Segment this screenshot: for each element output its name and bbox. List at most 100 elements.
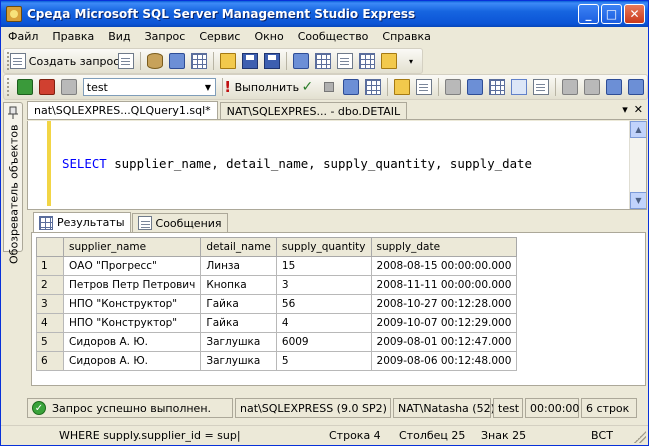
- results-to-text-button[interactable]: [442, 76, 464, 98]
- table-cell[interactable]: Сидоров А. Ю.: [62, 351, 202, 371]
- row-number[interactable]: 6: [36, 351, 64, 371]
- client-stats-button[interactable]: [486, 76, 508, 98]
- scroll-down-arrow[interactable]: ▼: [630, 192, 646, 209]
- row-number[interactable]: 4: [36, 313, 64, 333]
- select-all-corner[interactable]: [36, 237, 64, 257]
- toolbar-options-button[interactable]: ▾: [400, 50, 422, 72]
- column-header[interactable]: supply_quantity: [275, 237, 372, 257]
- database-select[interactable]: test ▼: [82, 78, 217, 96]
- column-header[interactable]: supplier_name: [62, 237, 202, 257]
- estimated-plan-button[interactable]: [340, 76, 362, 98]
- menu-view[interactable]: Вид: [101, 30, 137, 43]
- table-cell[interactable]: Заглушка: [200, 351, 277, 371]
- chevron-down-icon[interactable]: ▼: [200, 79, 215, 95]
- execute-button[interactable]: ! Выполнить: [224, 76, 299, 98]
- increase-indent-button[interactable]: [625, 76, 647, 98]
- editor-vertical-scrollbar[interactable]: ▲ ▼: [629, 121, 646, 209]
- close-button[interactable]: ✕: [624, 4, 645, 24]
- maximize-button[interactable]: □: [601, 4, 622, 24]
- row-number[interactable]: 2: [36, 275, 64, 295]
- analysis-button[interactable]: [166, 50, 188, 72]
- summary-button[interactable]: [334, 50, 356, 72]
- menu-query[interactable]: Запрос: [138, 30, 193, 43]
- scroll-up-arrow[interactable]: ▲: [630, 121, 646, 138]
- uncomment-button[interactable]: [581, 76, 603, 98]
- success-icon: ✓: [32, 401, 46, 415]
- table-cell[interactable]: 2009-08-01 00:12:47.000: [370, 332, 518, 352]
- toolbar-grip[interactable]: [7, 78, 11, 96]
- new-file-button[interactable]: [115, 50, 137, 72]
- table-cell[interactable]: Гайка: [200, 294, 277, 314]
- toolbox-button[interactable]: [378, 50, 400, 72]
- disconnect-button[interactable]: [36, 76, 58, 98]
- table-cell[interactable]: Линза: [200, 256, 277, 276]
- results-to-grid-button[interactable]: [508, 76, 530, 98]
- properties-button[interactable]: [356, 50, 378, 72]
- column-header[interactable]: supply_date: [370, 237, 518, 257]
- table-cell[interactable]: НПО "Конструктор": [62, 294, 202, 314]
- tab-detail-table[interactable]: NAT\SQLEXPRES... - dbo.DETAIL: [219, 102, 408, 119]
- menu-help[interactable]: Справка: [375, 30, 437, 43]
- table-cell[interactable]: 15: [275, 256, 372, 276]
- menu-community[interactable]: Сообщество: [291, 30, 376, 43]
- parse-button[interactable]: ✓: [296, 76, 318, 98]
- table-cell[interactable]: Петров Петр Петрович: [62, 275, 202, 295]
- pin-icon[interactable]: [6, 106, 20, 120]
- connect-button[interactable]: [14, 76, 36, 98]
- column-header[interactable]: detail_name: [200, 237, 277, 257]
- app-icon[interactable]: [6, 6, 22, 22]
- table-cell[interactable]: ОАО "Прогресс": [62, 256, 202, 276]
- table-cell[interactable]: Заглушка: [200, 332, 277, 352]
- tab-list-icon[interactable]: ▾: [622, 103, 628, 116]
- table-cell[interactable]: 6009: [275, 332, 372, 352]
- row-number[interactable]: 5: [36, 332, 64, 352]
- menu-tools[interactable]: Сервис: [192, 30, 247, 43]
- minimize-button[interactable]: _: [578, 4, 599, 24]
- sql-editor[interactable]: SELECT supplier_name, detail_name, suppl…: [27, 121, 647, 210]
- intellisense-button[interactable]: [413, 76, 435, 98]
- object-explorer-button[interactable]: [312, 50, 334, 72]
- object-explorer-tab[interactable]: Обозреватель объектов: [3, 102, 23, 265]
- table-cell[interactable]: 2009-08-06 00:12:48.000: [370, 351, 518, 371]
- decrease-indent-button[interactable]: [603, 76, 625, 98]
- close-tab-icon[interactable]: ✕: [634, 103, 643, 116]
- registered-servers-button[interactable]: [290, 50, 312, 72]
- db-query-button[interactable]: [144, 50, 166, 72]
- table-cell[interactable]: 56: [275, 294, 372, 314]
- table-cell[interactable]: 2008-11-11 00:00:00.000: [370, 275, 518, 295]
- cancel-query-button[interactable]: [318, 76, 340, 98]
- menu-file[interactable]: Файл: [1, 30, 45, 43]
- table-cell[interactable]: 5: [275, 351, 372, 371]
- open-file-button[interactable]: [217, 50, 239, 72]
- table-cell[interactable]: Сидоров А. Ю.: [62, 332, 202, 352]
- title-bar[interactable]: Среда Microsoft SQL Server Management St…: [1, 1, 648, 27]
- table-cell[interactable]: 4: [275, 313, 372, 333]
- table-cell[interactable]: Гайка: [200, 313, 277, 333]
- table-cell[interactable]: Кнопка: [200, 275, 277, 295]
- resize-grip[interactable]: [634, 431, 646, 443]
- change-connection-button[interactable]: [58, 76, 80, 98]
- comment-button[interactable]: [559, 76, 581, 98]
- table-cell[interactable]: 3: [275, 275, 372, 295]
- tab-results[interactable]: Результаты: [33, 212, 131, 232]
- xmla-button[interactable]: [188, 50, 210, 72]
- row-number[interactable]: 1: [36, 256, 64, 276]
- table-cell[interactable]: 2008-08-15 00:00:00.000: [370, 256, 518, 276]
- file-results-icon: [533, 79, 550, 95]
- menu-window[interactable]: Окно: [247, 30, 290, 43]
- sql-code[interactable]: SELECT supplier_name, detail_name, suppl…: [62, 121, 539, 209]
- include-plan-button[interactable]: [464, 76, 486, 98]
- save-button[interactable]: [239, 50, 261, 72]
- table-cell[interactable]: 2009-10-07 00:12:29.000: [370, 313, 518, 333]
- query-designer-button[interactable]: [362, 76, 384, 98]
- row-number[interactable]: 3: [36, 294, 64, 314]
- table-cell[interactable]: 2008-10-27 00:12:28.000: [370, 294, 518, 314]
- tab-query1[interactable]: nat\SQLEXPRES...QLQuery1.sql*: [27, 101, 218, 119]
- table-cell[interactable]: НПО "Конструктор": [62, 313, 202, 333]
- menu-edit[interactable]: Правка: [45, 30, 101, 43]
- specify-values-button[interactable]: [391, 76, 413, 98]
- save-all-button[interactable]: [261, 50, 283, 72]
- results-to-file-button[interactable]: [530, 76, 552, 98]
- tab-messages[interactable]: Сообщения: [131, 213, 228, 232]
- new-query-button[interactable]: Создать запрос: [9, 50, 119, 72]
